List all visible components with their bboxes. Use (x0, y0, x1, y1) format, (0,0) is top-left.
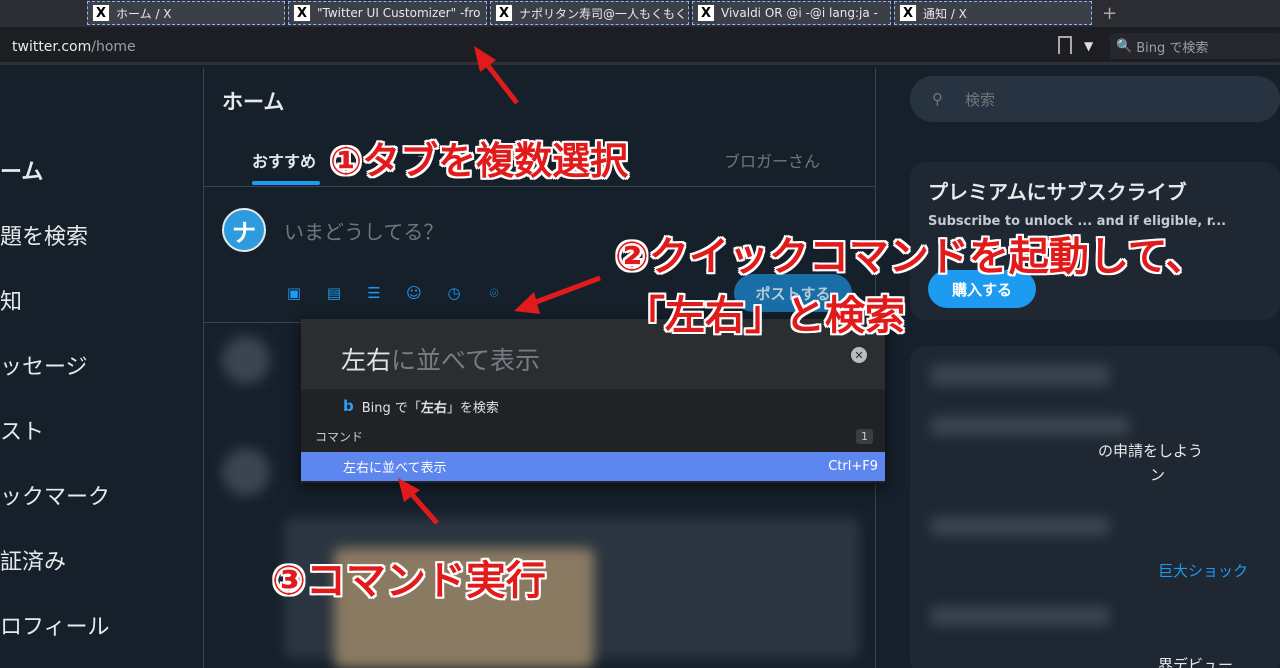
x-logo-icon: X (899, 4, 917, 22)
x-logo-icon: X (697, 4, 715, 22)
sidebar-item-explore[interactable]: 題を検索 (0, 219, 88, 251)
tab-title: ナポリタン寿司@一人もくもく (519, 6, 688, 21)
sidebar-item-home[interactable]: ーム (0, 154, 43, 186)
poll-icon[interactable]: ☰ (364, 283, 384, 303)
chevron-down-icon[interactable]: ▼ (1084, 39, 1093, 53)
trend-text[interactable]: 巨大ショック (1158, 560, 1248, 581)
bing-search-label: Bing で「左右」を検索 (361, 400, 499, 416)
tab-strip: X ホーム / X X "Twitter UI Customizer" -fro… (0, 0, 1280, 27)
annotation-step1: ①タブを複数選択 (330, 139, 629, 183)
annotation-step2-line2: 「左右」と検索 (625, 293, 905, 339)
location-icon[interactable]: ⌾ (484, 283, 504, 303)
divider (204, 186, 876, 187)
blurred-trend (930, 516, 1110, 536)
url-host: twitter.com (12, 39, 92, 55)
trend-text[interactable]: の申請をしよう (1098, 440, 1203, 461)
schedule-icon[interactable]: ◷ (444, 283, 464, 303)
blurred-trend (930, 416, 1130, 436)
blurred-avatar (222, 336, 270, 384)
bing-search-suggestion[interactable]: b Bing で「左右」を検索 (301, 389, 885, 423)
premium-title: プレミアムにサブスクライブ (928, 180, 1187, 204)
sidebar-item-messages[interactable]: ッセージ (0, 349, 88, 381)
tab-title: "Twitter UI Customizer" -fro (317, 6, 481, 20)
image-icon[interactable]: ▣ (284, 283, 304, 303)
section-count-badge: 1 (856, 428, 873, 444)
x-logo-icon: X (495, 4, 513, 22)
sidebar-item-verified[interactable]: 証済み (0, 544, 66, 576)
blurred-trend (930, 606, 1110, 626)
tab-title: Vivaldi OR @i -@i lang:ja - (721, 6, 878, 20)
page-title: ホーム (222, 90, 285, 114)
command-label: 左右に並べて表示 (343, 461, 447, 476)
sidebar-item-notifications[interactable]: 知 (0, 284, 22, 316)
blurred-heading (930, 364, 1110, 386)
compose-input[interactable]: いまどうしてる？ (284, 216, 443, 245)
browser-tab[interactable]: X ホーム / X (87, 1, 285, 25)
sidebar-item-bookmarks[interactable]: ックマーク (0, 479, 110, 511)
search-icon: ⚲ (932, 90, 943, 108)
active-tab-indicator (252, 181, 320, 185)
search-engine-placeholder: Bing で検索 (1136, 40, 1209, 56)
quick-command-query: 左右に並べて表示 (341, 341, 540, 377)
quick-command-typed: 左右 (341, 346, 392, 375)
bookmark-icon[interactable] (1058, 36, 1072, 54)
close-icon[interactable]: ✕ (851, 347, 867, 363)
bing-icon: b (343, 397, 354, 415)
browser-tab[interactable]: X 通知 / X (894, 1, 1092, 25)
url-path: /home (91, 39, 136, 55)
blurred-avatar (222, 448, 270, 496)
commands-section-header: コマンド 1 (301, 423, 885, 449)
sidebar-nav: ーム 題を検索 知 ッセージ スト ックマーク 証済み ロフィール (0, 68, 204, 668)
avatar[interactable]: ナ (222, 208, 266, 252)
search-icon: 🔍 (1116, 38, 1133, 54)
tab-for-you[interactable]: おすすめ (252, 148, 316, 172)
trend-text[interactable]: ン (1150, 464, 1165, 485)
new-tab-button[interactable]: + (1102, 3, 1117, 24)
browser-search-field[interactable]: 🔍 Bing で検索 (1110, 33, 1280, 59)
quick-command-autocomplete: に並べて表示 (391, 346, 541, 375)
right-sidebar: ⚲ 検索 プレミアムにサブスクライブ Subscribe to unlock .… (876, 68, 1280, 668)
search-placeholder: 検索 (965, 90, 996, 109)
quick-command-panel: 左右に並べて表示 ✕ b Bing で「左右」を検索 コマンド 1 左右に並べて… (301, 319, 885, 483)
address-bar: twitter.com/home ▼ 🔍 Bing で検索 (0, 27, 1280, 65)
x-logo-icon: X (293, 4, 311, 22)
browser-tab[interactable]: X Vivaldi OR @i -@i lang:ja - (692, 1, 891, 25)
section-label: コマンド (315, 429, 364, 444)
emoji-icon[interactable]: ☺ (404, 283, 424, 303)
search-input[interactable]: ⚲ 検索 (910, 76, 1280, 122)
sidebar-item-lists[interactable]: スト (0, 414, 44, 446)
trends-card: の申請をしよう ン 巨大ショック 界デビュー (910, 346, 1280, 668)
trend-text[interactable]: 界デビュー (1158, 654, 1233, 668)
browser-tab[interactable]: X "Twitter UI Customizer" -fro (288, 1, 487, 25)
x-logo-icon: X (92, 4, 110, 22)
sidebar-item-profile[interactable]: ロフィール (0, 609, 110, 641)
command-result-tile-horizontal[interactable]: 左右に並べて表示 Ctrl+F9 (301, 452, 885, 481)
command-shortcut: Ctrl+F9 (828, 459, 878, 474)
browser-tab[interactable]: X ナポリタン寿司@一人もくもく (490, 1, 689, 25)
tab-title: ホーム / X (116, 6, 172, 21)
tab-title: 通知 / X (923, 6, 967, 21)
tab-bloggers[interactable]: ブロガーさん (724, 148, 820, 172)
url-field[interactable]: twitter.com/home (12, 39, 136, 55)
annotation-step3: ③コマンド実行 (272, 558, 546, 604)
annotation-step2-line1: ②クイックコマンドを起動して、 (615, 234, 1206, 280)
gif-icon[interactable]: ▤ (324, 283, 344, 303)
